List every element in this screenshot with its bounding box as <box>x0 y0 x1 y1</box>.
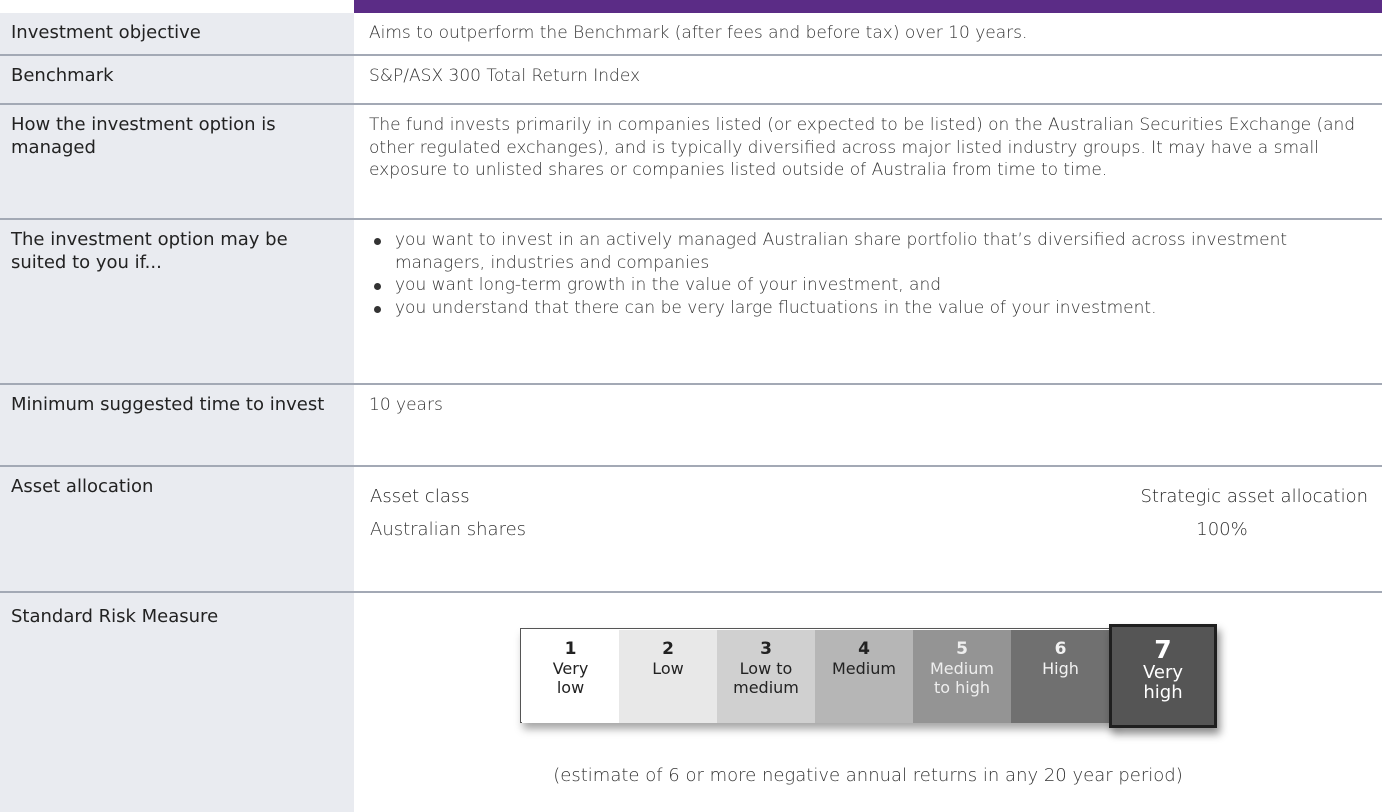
risk-level-number: 5 <box>956 639 968 659</box>
row-label: Minimum suggested time to invest <box>0 385 354 465</box>
row-label: Standard Risk Measure <box>0 593 354 812</box>
risk-estimate-note: (estimate of 6 or more negative annual r… <box>553 765 1183 786</box>
risk-level-number: 4 <box>858 639 870 659</box>
risk-level-number: 7 <box>1154 635 1172 664</box>
bullet-list: you want to invest in an actively manage… <box>369 229 1368 319</box>
row-label: How the investment option is managed <box>0 105 354 218</box>
row-investment-objective: Investment objective Aims to outperform … <box>0 13 1382 54</box>
row-label: Benchmark <box>0 56 354 103</box>
risk-level-text: high <box>1143 682 1183 703</box>
row-label: Asset allocation <box>0 467 354 591</box>
row-value: you want to invest in an actively manage… <box>354 220 1382 383</box>
row-value: S&P/ASX 300 Total Return Index <box>369 66 641 86</box>
strategic-allocation-header: Strategic asset allocation <box>1140 486 1368 507</box>
row-label: Investment objective <box>0 13 354 54</box>
risk-level-text: Medium <box>930 659 994 678</box>
risk-level-number: 3 <box>760 639 772 659</box>
allocation-table: Asset class Strategic asset allocation A… <box>354 467 1382 591</box>
bullet-item: you want long-term growth in the value o… <box>369 274 1368 297</box>
risk-level-number: 6 <box>1054 639 1067 659</box>
row-minimum-time: Minimum suggested time to invest 10 year… <box>0 385 1382 465</box>
risk-level-text: low <box>556 678 585 697</box>
risk-level-text: Low <box>652 659 684 678</box>
risk-level-text: Low to <box>739 659 793 678</box>
risk-level-3: 3 Low to medium <box>717 630 815 723</box>
row-label: The investment option may be suited to y… <box>0 220 354 383</box>
row-suited-to-you: The investment option may be suited to y… <box>0 220 1382 383</box>
risk-level-1: 1 Very low <box>522 630 619 723</box>
allocation-percent: 100% <box>1196 519 1248 540</box>
row-asset-allocation: Asset allocation Asset class Strategic a… <box>0 467 1382 591</box>
risk-level-number: 2 <box>662 639 674 659</box>
row-value: Aims to outperform the Benchmark (after … <box>369 23 1028 43</box>
row-value: 10 years <box>369 395 443 415</box>
risk-level-text: High <box>1042 659 1079 678</box>
row-value: The fund invests primarily in companies … <box>369 115 1356 180</box>
risk-level-number: 1 <box>564 639 577 659</box>
risk-level-6: 6 High <box>1011 630 1110 723</box>
risk-level-2: 2 Low <box>619 630 717 723</box>
risk-level-text: Medium <box>832 659 896 678</box>
bullet-item: you understand that there can be very la… <box>369 297 1368 320</box>
header-accent-bar <box>354 0 1382 13</box>
risk-scale-bar: 1 Very low 2 Low 3 Low to medium 4 Mediu… <box>520 628 1114 723</box>
row-how-managed: How the investment option is managed The… <box>0 105 1382 218</box>
risk-level-text: Very <box>552 659 589 678</box>
risk-level-5: 5 Medium to high <box>913 630 1011 723</box>
risk-level-4: 4 Medium <box>815 630 913 723</box>
asset-class-value: Australian shares <box>370 519 527 540</box>
bullet-item: you want to invest in an actively manage… <box>369 229 1368 274</box>
risk-level-text: Very <box>1142 662 1184 683</box>
risk-level-7-selected: 7 Very high <box>1109 624 1217 728</box>
risk-level-text: medium <box>733 678 799 697</box>
row-benchmark: Benchmark S&P/ASX 300 Total Return Index <box>0 56 1382 103</box>
risk-level-text: to high <box>933 678 991 697</box>
asset-class-header: Asset class <box>370 486 470 507</box>
